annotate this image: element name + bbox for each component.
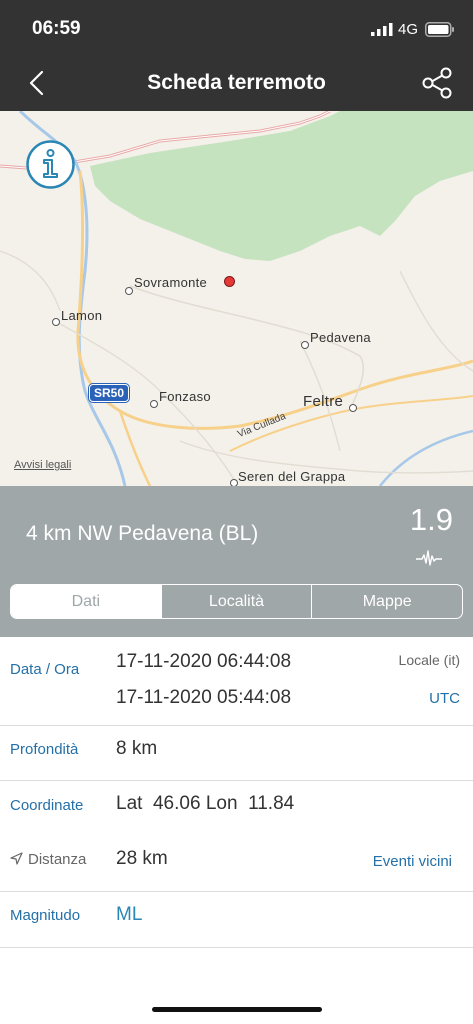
lon-value: 11.84: [248, 793, 295, 814]
road-badge-sr50: SR50: [89, 384, 130, 402]
epicenter-marker[interactable]: [224, 276, 235, 287]
legal-notices-link[interactable]: Avvisi legali: [14, 459, 71, 471]
magnitude-type-link[interactable]: ML: [116, 904, 142, 926]
status-time: 06:59: [32, 18, 81, 39]
lon-label: Lon: [205, 793, 238, 814]
map-label-sovramonte: Sovramonte: [134, 275, 208, 290]
details-list: Data / Ora 17-11-2020 06:44:08 Locale (i…: [0, 637, 473, 948]
map-label-lamon: Lamon: [61, 308, 103, 323]
row-magnitude: Magnitudo ML: [0, 892, 473, 948]
battery-icon: [425, 22, 454, 37]
row-depth: Profondità 8 km: [0, 726, 473, 781]
place-marker: [52, 318, 60, 326]
nearby-events-link[interactable]: Eventi vicini: [373, 853, 452, 870]
datetime-local-tag: Locale (it): [398, 652, 460, 668]
lat-label: Lat: [116, 793, 143, 814]
datetime-label: Data / Ora: [10, 661, 80, 678]
depth-label: Profondità: [10, 741, 79, 758]
datetime-utc-tag: UTC: [429, 690, 460, 707]
network-type: 4G: [398, 21, 419, 38]
cellular-signal-icon: [371, 23, 393, 36]
map-label-fonzaso: Fonzaso: [159, 389, 211, 404]
datetime-utc-value: 17-11-2020 05:44:08: [116, 687, 292, 708]
map-label-feltre: Feltre: [303, 393, 344, 410]
lat-value: 46.06: [152, 793, 201, 814]
row-coordinates: Coordinate Lat 46.06 Lon 11.84 Distanza …: [0, 781, 473, 892]
info-icon[interactable]: [25, 139, 76, 190]
tab-bar: Dati Località Mappe: [10, 584, 463, 619]
event-magnitude: 1.9: [409, 502, 453, 537]
place-marker: [125, 287, 133, 295]
place-marker: [230, 479, 238, 486]
location-arrow-icon: [10, 852, 23, 865]
status-bar: 06:59 4G: [0, 0, 473, 56]
distance-label-wrap: Distanza: [10, 851, 86, 868]
tab-mappe[interactable]: Mappe: [312, 585, 462, 618]
place-marker: [349, 404, 357, 412]
share-icon[interactable]: [420, 66, 454, 100]
event-location: 4 km NW Pedavena (BL): [26, 522, 259, 545]
seismograph-icon: [416, 550, 442, 566]
datetime-local-value: 17-11-2020 06:44:08: [116, 651, 292, 672]
place-marker: [301, 341, 309, 349]
distance-label: Distanza: [28, 851, 87, 868]
nav-bar: Scheda terremoto: [0, 56, 473, 111]
map-view[interactable]: Sovramonte Lamon Pedavena Fonzaso Feltre…: [0, 111, 473, 486]
coordinates-value: Lat 46.06 Lon 11.84: [116, 793, 294, 815]
map-label-seren-del-grappa: Seren del Grappa: [238, 469, 346, 484]
tab-localita[interactable]: Località: [162, 585, 313, 618]
depth-value: 8 km: [116, 738, 158, 759]
distance-value: 28 km: [116, 848, 168, 869]
row-datetime: Data / Ora 17-11-2020 06:44:08 Locale (i…: [0, 637, 473, 726]
magnitude-label: Magnitudo: [10, 907, 81, 924]
coordinates-label: Coordinate: [10, 797, 84, 814]
map-label-pedavena: Pedavena: [310, 330, 371, 345]
home-indicator[interactable]: [152, 1007, 322, 1012]
place-marker: [150, 400, 158, 408]
event-header: 4 km NW Pedavena (BL) 1.9 Dati Località …: [0, 486, 473, 637]
page-title: Scheda terremoto: [147, 71, 326, 94]
tab-dati[interactable]: Dati: [11, 585, 162, 618]
